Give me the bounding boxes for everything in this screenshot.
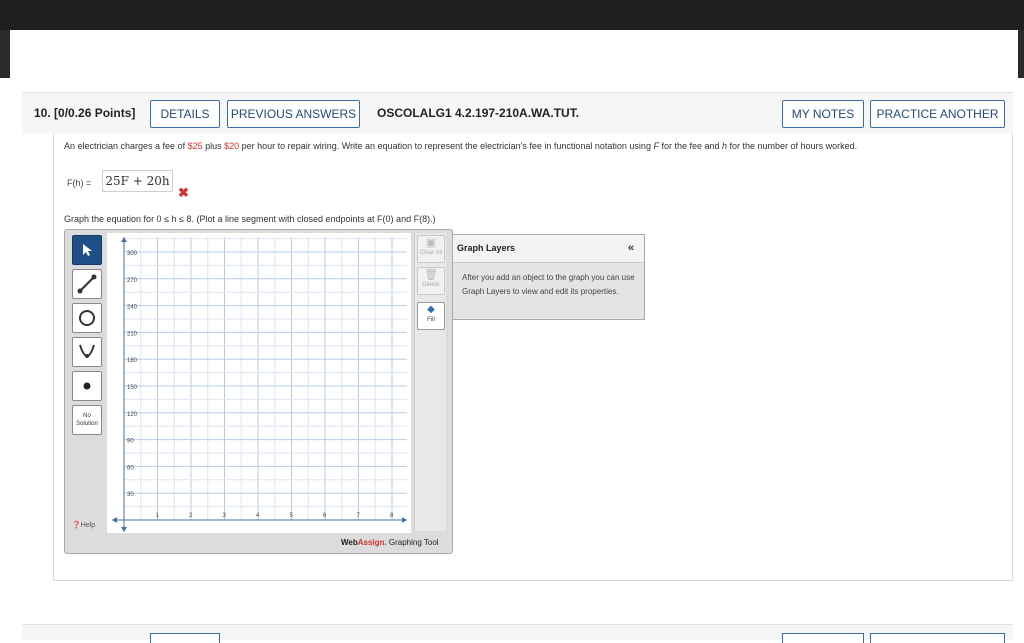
right-edge-bar xyxy=(1018,30,1024,78)
y-tick-label: 150 xyxy=(127,385,138,391)
question-header: 10. [0/0.26 Points] DETAILS PREVIOUS ANS… xyxy=(22,92,1013,134)
browser-top-bar xyxy=(0,0,1024,30)
delete-label: Delete xyxy=(422,282,440,288)
y-tick-label: 210 xyxy=(127,331,138,337)
previous-answers-button[interactable]: PREVIOUS ANSWERS xyxy=(227,100,360,128)
clear-all-label: Clear All xyxy=(419,250,443,256)
parabola-icon xyxy=(79,344,95,358)
graph-layers-panel: Graph Layers « After you add an object t… xyxy=(452,234,645,320)
practice-another-button[interactable]: PRACTICE ANOTHER xyxy=(870,100,1005,128)
point-tool-button[interactable] xyxy=(72,371,102,401)
y-tick-label: 60 xyxy=(127,465,134,471)
question-points: [0/0.26 Points] xyxy=(54,106,136,120)
problem-text-4: for the fee and xyxy=(658,141,722,151)
problem-text: An electrician charges a fee of $25 plus… xyxy=(64,139,994,153)
parabola-tool-button[interactable] xyxy=(72,337,102,367)
next-question-header xyxy=(22,624,1013,643)
problem-text-5: for the number of hours worked. xyxy=(727,141,858,151)
fill-bucket-icon: ◆ xyxy=(427,304,435,315)
brand-assign: Assign. xyxy=(357,538,387,547)
next-practice-another-button[interactable] xyxy=(870,633,1005,643)
y-tick-label: 180 xyxy=(127,358,138,364)
y-tick-label: 30 xyxy=(127,492,134,498)
next-my-notes-button[interactable] xyxy=(782,633,864,643)
graph-actions-bar: ▣ Clear All 🗑 Delete ◆ Fill xyxy=(414,233,446,531)
circle-tool-button[interactable] xyxy=(72,303,102,333)
graphing-tool: No Solution ❓Help 300 270 240 210 180 150 120 9… xyxy=(64,229,453,554)
question-code: OSCOLALG1 4.2.197-210A.WA.TUT. xyxy=(377,106,580,120)
answer-label: F(h) = xyxy=(67,178,92,188)
no-solution-label: No Solution xyxy=(76,412,98,428)
graph-layers-header: Graph Layers « xyxy=(453,235,644,263)
graph-canvas[interactable]: 300270240210180150120906030 12345678 xyxy=(107,233,411,533)
graph-instruction: Graph the equation for 0 ≤ h ≤ 8. (Plot … xyxy=(64,214,436,224)
point-icon xyxy=(83,382,91,390)
fill-button[interactable]: ◆ Fill xyxy=(417,302,445,330)
hourly-rate: $20 xyxy=(224,141,240,151)
no-solution-line1: No xyxy=(83,413,91,419)
y-tick-label: 120 xyxy=(127,412,138,418)
trash-icon: 🗑 xyxy=(424,269,438,281)
wrong-x-icon: ✖ xyxy=(178,185,189,200)
y-tick-label: 300 xyxy=(127,251,138,257)
help-icon: ❓ xyxy=(72,522,81,529)
circle-icon xyxy=(79,310,95,326)
question-number-text: 10. xyxy=(34,106,51,120)
y-tick-label: 240 xyxy=(127,305,138,311)
problem-text-1: An electrician charges a fee of xyxy=(64,141,188,151)
details-button[interactable]: DETAILS xyxy=(150,100,220,128)
answer-input[interactable]: 25F + 20h xyxy=(102,170,173,192)
pointer-tool-button[interactable] xyxy=(72,235,102,265)
brand-tail: Graphing Tool xyxy=(386,538,439,547)
collapse-icon[interactable]: « xyxy=(628,242,634,254)
clear-all-icon: ▣ xyxy=(425,237,437,249)
no-solution-line2: Solution xyxy=(76,421,98,427)
fill-label: Fill xyxy=(427,317,435,323)
no-solution-button[interactable]: No Solution xyxy=(72,405,102,435)
question-number: 10. [0/0.26 Points] xyxy=(34,106,135,120)
next-details-button[interactable] xyxy=(150,633,220,643)
problem-text-3: per hour to repair wiring. Write an equa… xyxy=(239,141,654,151)
left-edge-bar xyxy=(0,30,10,78)
graph-layers-text: After you add an object to the graph you… xyxy=(462,273,635,296)
brand-web: Web xyxy=(341,538,358,547)
my-notes-button[interactable]: MY NOTES xyxy=(782,100,864,128)
help-label: Help xyxy=(80,522,96,529)
line-segment-tool-button[interactable] xyxy=(72,269,102,299)
webassign-brand: WebAssign. Graphing Tool xyxy=(341,538,439,547)
graph-layers-title: Graph Layers xyxy=(457,243,516,253)
pointer-icon xyxy=(83,244,92,256)
y-tick-label: 270 xyxy=(127,278,138,284)
fee-amount: $25 xyxy=(187,141,203,151)
help-link[interactable]: ❓Help xyxy=(72,521,95,529)
y-tick-label: 90 xyxy=(127,439,134,445)
clear-all-button[interactable]: ▣ Clear All xyxy=(417,235,445,263)
delete-button[interactable]: 🗑 Delete xyxy=(417,267,445,295)
problem-text-2: plus xyxy=(202,141,225,151)
line-segment-icon xyxy=(77,274,97,294)
